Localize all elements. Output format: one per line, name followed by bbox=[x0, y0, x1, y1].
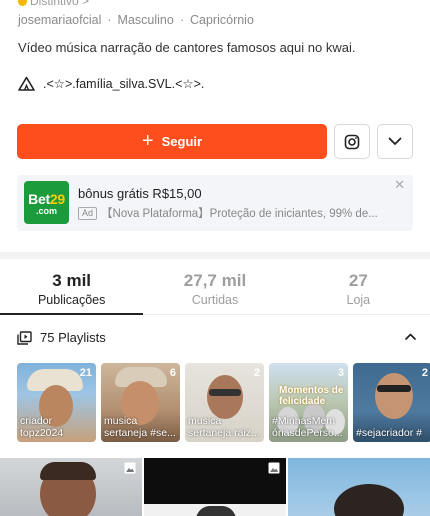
playlists-carousel: 21 criador topz2024 6 musica sertaneja #… bbox=[17, 363, 430, 443]
ad-logo-text-b: 29 bbox=[49, 191, 65, 207]
playlist-count: 2 bbox=[421, 367, 428, 379]
playlist-caption: criador topz2024 bbox=[20, 415, 64, 439]
playlist-icon bbox=[17, 330, 32, 345]
shop-count: 27 bbox=[348, 271, 368, 290]
playlist-card[interactable]: 21 criador topz2024 bbox=[17, 363, 96, 442]
tab-likes[interactable]: 27,7 mil Curtidas bbox=[143, 259, 286, 314]
section-divider bbox=[0, 252, 430, 259]
playlist-caption: #sejacriador # bbox=[356, 427, 422, 439]
playlist-caption: #MinhasMem óriasdePerso... bbox=[272, 415, 343, 439]
ad-subtitle-text: 【Nova Plataforma】Proteção de iniciantes,… bbox=[101, 208, 378, 220]
playlist-count: 3 bbox=[337, 367, 344, 379]
playlist-count: 2 bbox=[253, 367, 260, 379]
playlists-count-label: 75 Playlists bbox=[40, 330, 106, 345]
profile-bio: Vídeo música narração de cantores famoso… bbox=[18, 40, 356, 55]
playlist-card[interactable]: 2 #sejacriador # bbox=[353, 363, 430, 442]
image-post-icon bbox=[268, 462, 280, 474]
playlist-caption: musica sertaneja #se... bbox=[104, 415, 176, 439]
close-icon[interactable]: ✕ bbox=[394, 177, 405, 193]
likes-label: Curtidas bbox=[191, 293, 239, 307]
ad-logo: Bet29 .com bbox=[24, 181, 69, 224]
video-grid bbox=[0, 458, 430, 516]
family-link[interactable]: .<☆>.família_silva.SVL.<☆>. bbox=[18, 76, 204, 91]
instagram-button[interactable] bbox=[334, 124, 370, 159]
playlist-card[interactable]: 6 musica sertaneja #se... bbox=[101, 363, 180, 442]
tab-shop[interactable]: 27 Loja bbox=[287, 259, 430, 314]
family-label: .<☆>.família_silva.SVL.<☆>. bbox=[43, 77, 205, 91]
image-post-icon bbox=[124, 462, 136, 474]
shop-label: Loja bbox=[346, 293, 371, 307]
profile-stats-tabs: 3 mil Publicações 27,7 mil Curtidas 27 L… bbox=[0, 259, 430, 315]
plus-icon: + bbox=[141, 129, 154, 152]
video-thumbnail[interactable] bbox=[144, 458, 286, 516]
chevron-down-icon bbox=[388, 137, 402, 145]
family-tent-icon bbox=[18, 76, 35, 91]
instagram-icon bbox=[344, 134, 360, 149]
follow-label: Seguir bbox=[161, 134, 203, 149]
ad-tag: Ad bbox=[78, 206, 98, 220]
follow-button[interactable]: + Seguir bbox=[17, 124, 327, 159]
video-thumbnail[interactable] bbox=[288, 458, 430, 516]
playlist-card[interactable]: Momentos de felicidade 3 #MinhasMem ória… bbox=[269, 363, 348, 442]
ad-banner[interactable]: Bet29 .com bônus grátis R$15,00 Ad 【Nova… bbox=[17, 175, 413, 231]
ad-title: bônus grátis R$15,00 bbox=[78, 186, 202, 201]
playlist-count: 21 bbox=[79, 367, 92, 379]
username: josemariaofcial bbox=[18, 13, 102, 27]
chevron-up-icon[interactable] bbox=[404, 330, 417, 344]
playlist-caption: musica sertaneja raiz... bbox=[188, 415, 260, 439]
playlist-card[interactable]: 2 musica sertaneja raiz... bbox=[185, 363, 264, 442]
more-button[interactable] bbox=[377, 124, 413, 159]
playlist-overlay-text: Momentos de felicidade bbox=[279, 385, 344, 407]
posts-label: Publicações bbox=[37, 293, 106, 307]
posts-count: 3 mil bbox=[52, 271, 92, 290]
ad-subtitle: Ad 【Nova Plataforma】Proteção de iniciant… bbox=[78, 205, 398, 221]
ad-logo-domain: .com bbox=[35, 206, 57, 216]
badge-text: Distintivo > bbox=[30, 0, 90, 8]
tab-posts[interactable]: 3 mil Publicações bbox=[0, 259, 144, 315]
profile-meta: josemariaofcial · Masculino · Capricórnio bbox=[18, 13, 254, 27]
playlists-header[interactable]: 75 Playlists bbox=[17, 330, 417, 345]
video-thumbnail[interactable] bbox=[0, 458, 142, 516]
gender: Masculino bbox=[117, 13, 174, 27]
likes-count: 27,7 mil bbox=[183, 271, 247, 290]
badge-icon bbox=[18, 0, 27, 6]
distinctive-badge[interactable]: Distintivo > bbox=[18, 0, 89, 8]
ad-logo-text-a: Bet bbox=[28, 191, 50, 207]
playlist-count: 6 bbox=[169, 367, 176, 379]
zodiac-sign: Capricórnio bbox=[190, 13, 254, 27]
